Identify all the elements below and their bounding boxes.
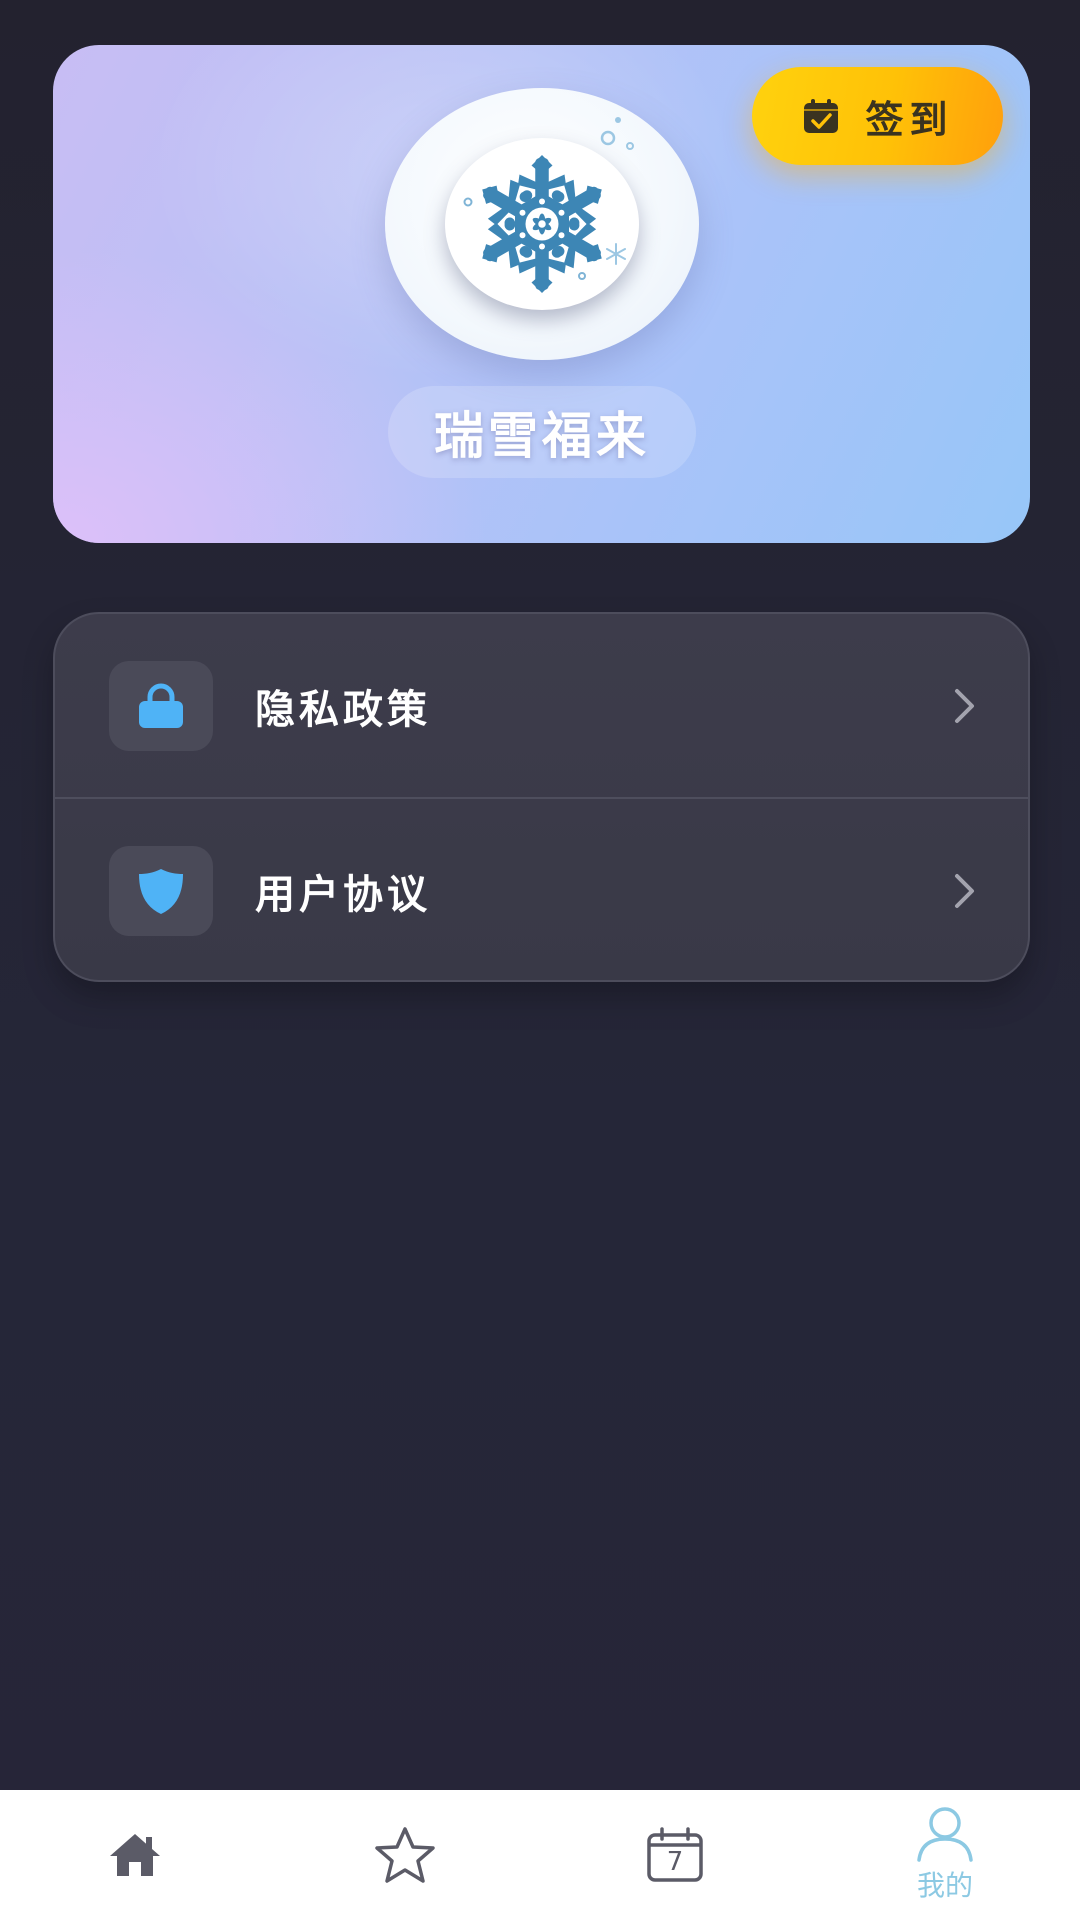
snowflake-icon xyxy=(467,149,617,299)
sparkle-decoration xyxy=(578,272,586,280)
menu-item-user-agreement[interactable]: 用户协议 xyxy=(55,799,1028,980)
username-pill: 瑞雪福来 xyxy=(388,386,696,478)
shield-icon xyxy=(136,866,186,916)
checkin-label: 签到 xyxy=(865,97,954,142)
user-icon xyxy=(915,1806,975,1862)
home-icon xyxy=(108,1832,162,1878)
calendar-check-icon xyxy=(801,96,841,136)
menu-icon-box xyxy=(109,845,213,936)
nav-tab-home[interactable] xyxy=(0,1790,270,1920)
calendar-icon: 7 xyxy=(646,1827,704,1883)
checkin-button[interactable]: 签到 xyxy=(752,67,1003,165)
chevron-right-icon xyxy=(955,688,974,723)
sparkle-decoration xyxy=(600,117,634,150)
avatar[interactable] xyxy=(445,138,639,310)
nav-tab-mine[interactable]: 我的 xyxy=(810,1790,1080,1920)
menu-item-label: 用户协议 xyxy=(255,871,431,918)
menu-icon-box xyxy=(109,660,213,751)
sparkle-decoration xyxy=(463,197,473,207)
username: 瑞雪福来 xyxy=(434,407,650,465)
nav-label-mine: 我的 xyxy=(916,1869,973,1902)
star-icon xyxy=(373,1825,437,1885)
menu-item-label: 隐私政策 xyxy=(255,686,431,733)
calendar-date: 7 xyxy=(666,1847,684,1877)
nav-tab-calendar[interactable]: 7 xyxy=(540,1790,810,1920)
lock-icon xyxy=(136,682,186,730)
menu-item-privacy-policy[interactable]: 隐私政策 xyxy=(55,614,1028,797)
chevron-right-icon xyxy=(955,873,974,908)
sparkle-decoration xyxy=(606,243,626,265)
menu-card: 隐私政策 用户协议 xyxy=(53,612,1030,982)
bottom-nav: 7 我的 xyxy=(0,1790,1080,1920)
nav-tab-favorites[interactable] xyxy=(270,1790,540,1920)
